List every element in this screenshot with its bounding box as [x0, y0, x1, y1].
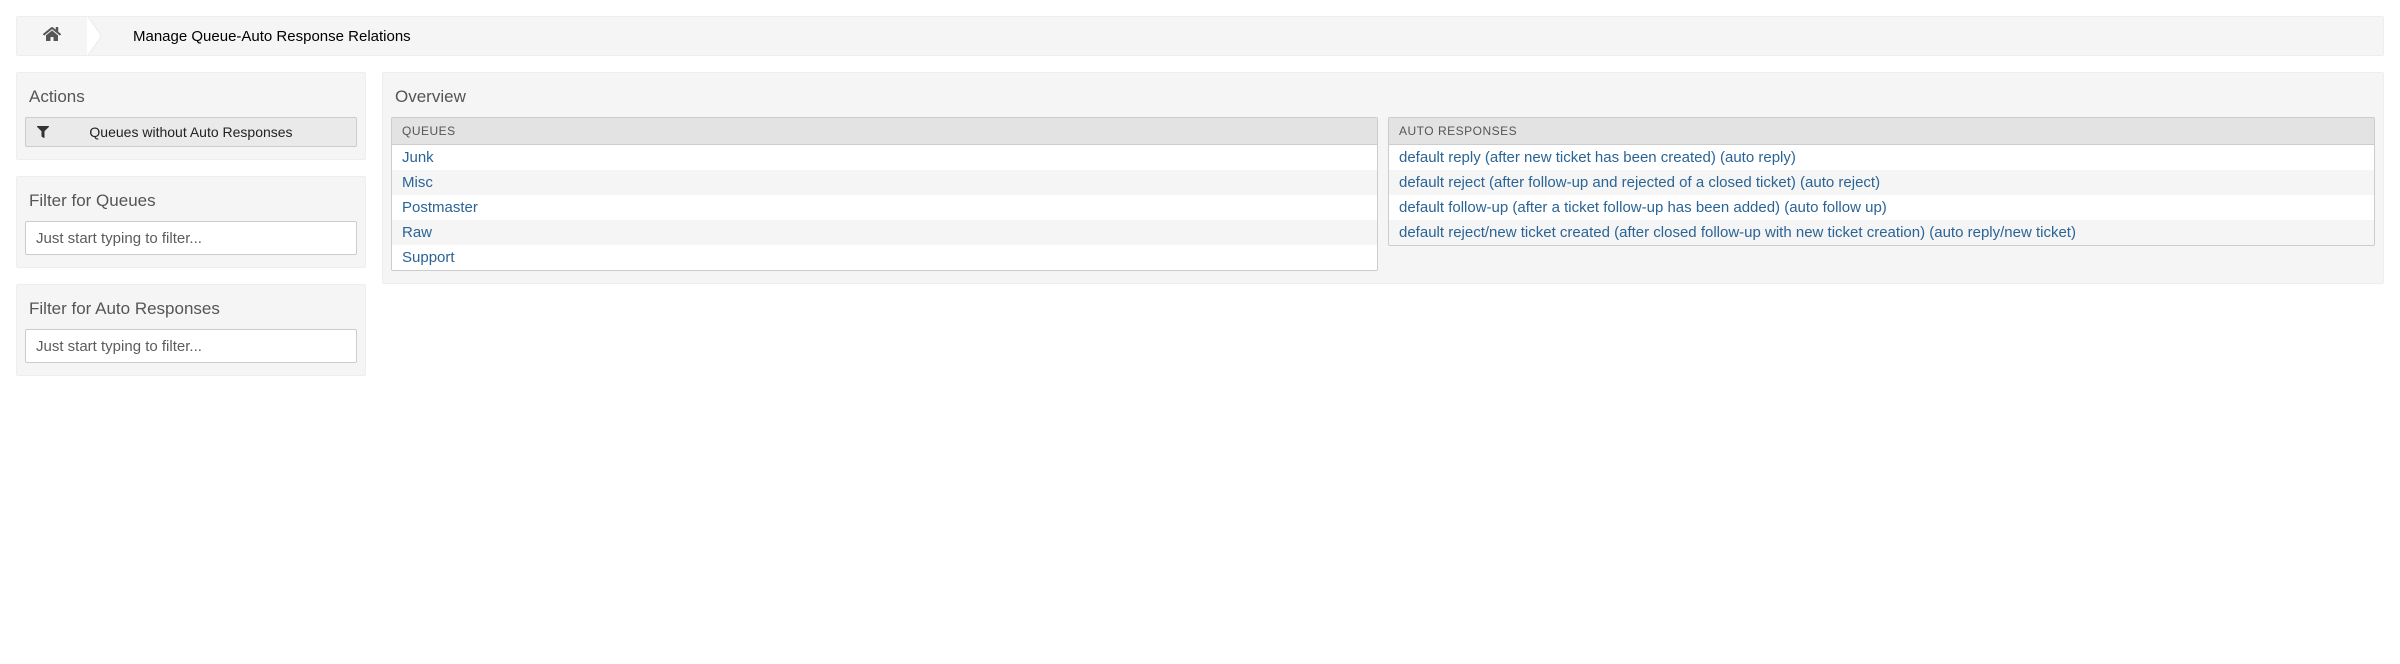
queue-link[interactable]: Raw — [402, 224, 432, 241]
filter-queues-panel: Filter for Queues — [16, 176, 366, 268]
queues-without-auto-button[interactable]: Queues without Auto Responses — [25, 117, 357, 147]
queue-link[interactable]: Misc — [402, 174, 433, 191]
auto-column-header: AUTO RESPONSES — [1389, 118, 2374, 145]
table-row: default reject/new ticket created (after… — [1389, 220, 2374, 245]
filter-auto-panel: Filter for Auto Responses — [16, 284, 366, 376]
filter-queues-input[interactable] — [25, 221, 357, 255]
actions-panel: Actions Queues without Auto Responses — [16, 72, 366, 160]
filter-queues-header: Filter for Queues — [25, 185, 357, 221]
table-row: Junk — [392, 145, 1377, 170]
table-row: Support — [392, 245, 1377, 270]
filter-auto-input[interactable] — [25, 329, 357, 363]
table-row: Raw — [392, 220, 1377, 245]
page-title: Manage Queue-Auto Response Relations — [99, 28, 411, 45]
auto-response-link[interactable]: default reply (after new ticket has been… — [1399, 149, 1796, 166]
queues-table: QUEUES Junk Misc Postmaster Raw Support — [391, 117, 1378, 271]
auto-response-link[interactable]: default follow-up (after a ticket follow… — [1399, 199, 1887, 216]
action-label: Queues without Auto Responses — [60, 124, 356, 140]
queue-link[interactable]: Support — [402, 249, 455, 266]
queue-link[interactable]: Postmaster — [402, 199, 478, 216]
table-row: Misc — [392, 170, 1377, 195]
table-row: default follow-up (after a ticket follow… — [1389, 195, 2374, 220]
auto-response-link[interactable]: default reject/new ticket created (after… — [1399, 224, 2076, 241]
actions-header: Actions — [25, 81, 357, 117]
breadcrumb-home[interactable] — [17, 17, 87, 55]
filter-icon — [26, 126, 60, 138]
table-row: default reject (after follow-up and reje… — [1389, 170, 2374, 195]
table-row: default reply (after new ticket has been… — [1389, 145, 2374, 170]
table-row: Postmaster — [392, 195, 1377, 220]
filter-auto-header: Filter for Auto Responses — [25, 293, 357, 329]
overview-header: Overview — [391, 81, 2375, 117]
queue-link[interactable]: Junk — [402, 149, 434, 166]
auto-response-link[interactable]: default reject (after follow-up and reje… — [1399, 174, 1880, 191]
breadcrumb: Manage Queue-Auto Response Relations — [16, 16, 2384, 56]
auto-responses-table: AUTO RESPONSES default reply (after new … — [1388, 117, 2375, 246]
overview-panel: Overview QUEUES Junk Misc Postmaster Raw Sup… — [382, 72, 2384, 284]
home-icon — [43, 26, 61, 47]
queues-column-header: QUEUES — [392, 118, 1377, 145]
chevron-right-icon — [87, 16, 101, 56]
